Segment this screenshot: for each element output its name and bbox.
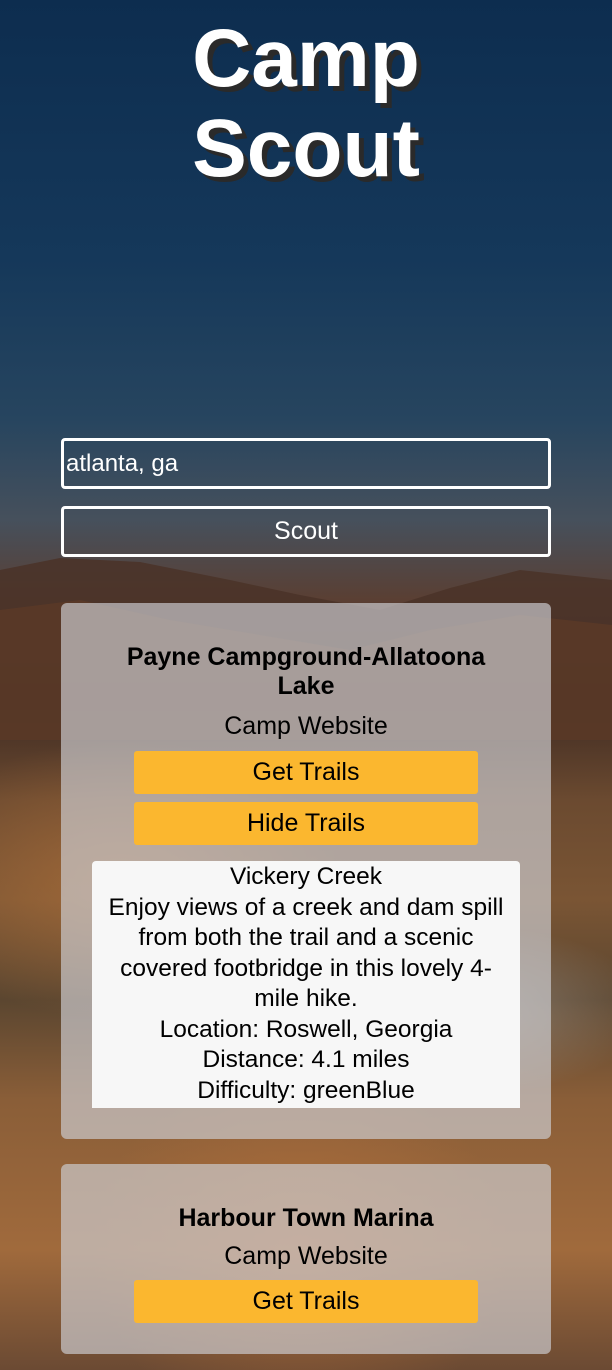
trail-name: Vickery Creek (229, 863, 383, 890)
get-trails-button[interactable]: Get Trails (134, 1280, 478, 1323)
title-line-2: Scout (192, 103, 420, 194)
trail-description: Enjoy views of a creek and dam spill fro… (108, 893, 504, 1013)
title-line-1: Camp (192, 13, 420, 104)
trail-location: Location: Roswell, Georgia (159, 1015, 453, 1043)
camp-website-link[interactable]: Camp Website (61, 712, 551, 741)
campground-name: Payne Campground-Allatoona Lake (126, 643, 486, 700)
get-trails-button[interactable]: Get Trails (134, 751, 478, 794)
hide-trails-button[interactable]: Hide Trails (134, 802, 478, 845)
campground-card: Harbour Town Marina Camp Website Get Tra… (61, 1164, 551, 1354)
campground-card: Payne Campground-Allatoona Lake Camp Web… (61, 603, 551, 1139)
camp-website-link[interactable]: Camp Website (61, 1242, 551, 1271)
page-title: Camp Scout (0, 14, 612, 194)
scout-button[interactable]: Scout (61, 506, 551, 557)
location-search-input[interactable] (61, 438, 551, 489)
trail-difficulty: Difficulty: greenBlue (197, 1076, 415, 1104)
campground-name: Harbour Town Marina (178, 1204, 434, 1232)
trail-distance: Distance: 4.1 miles (202, 1046, 410, 1073)
trail-panel: Vickery Creek Enjoy views of a creek and… (92, 861, 520, 1108)
